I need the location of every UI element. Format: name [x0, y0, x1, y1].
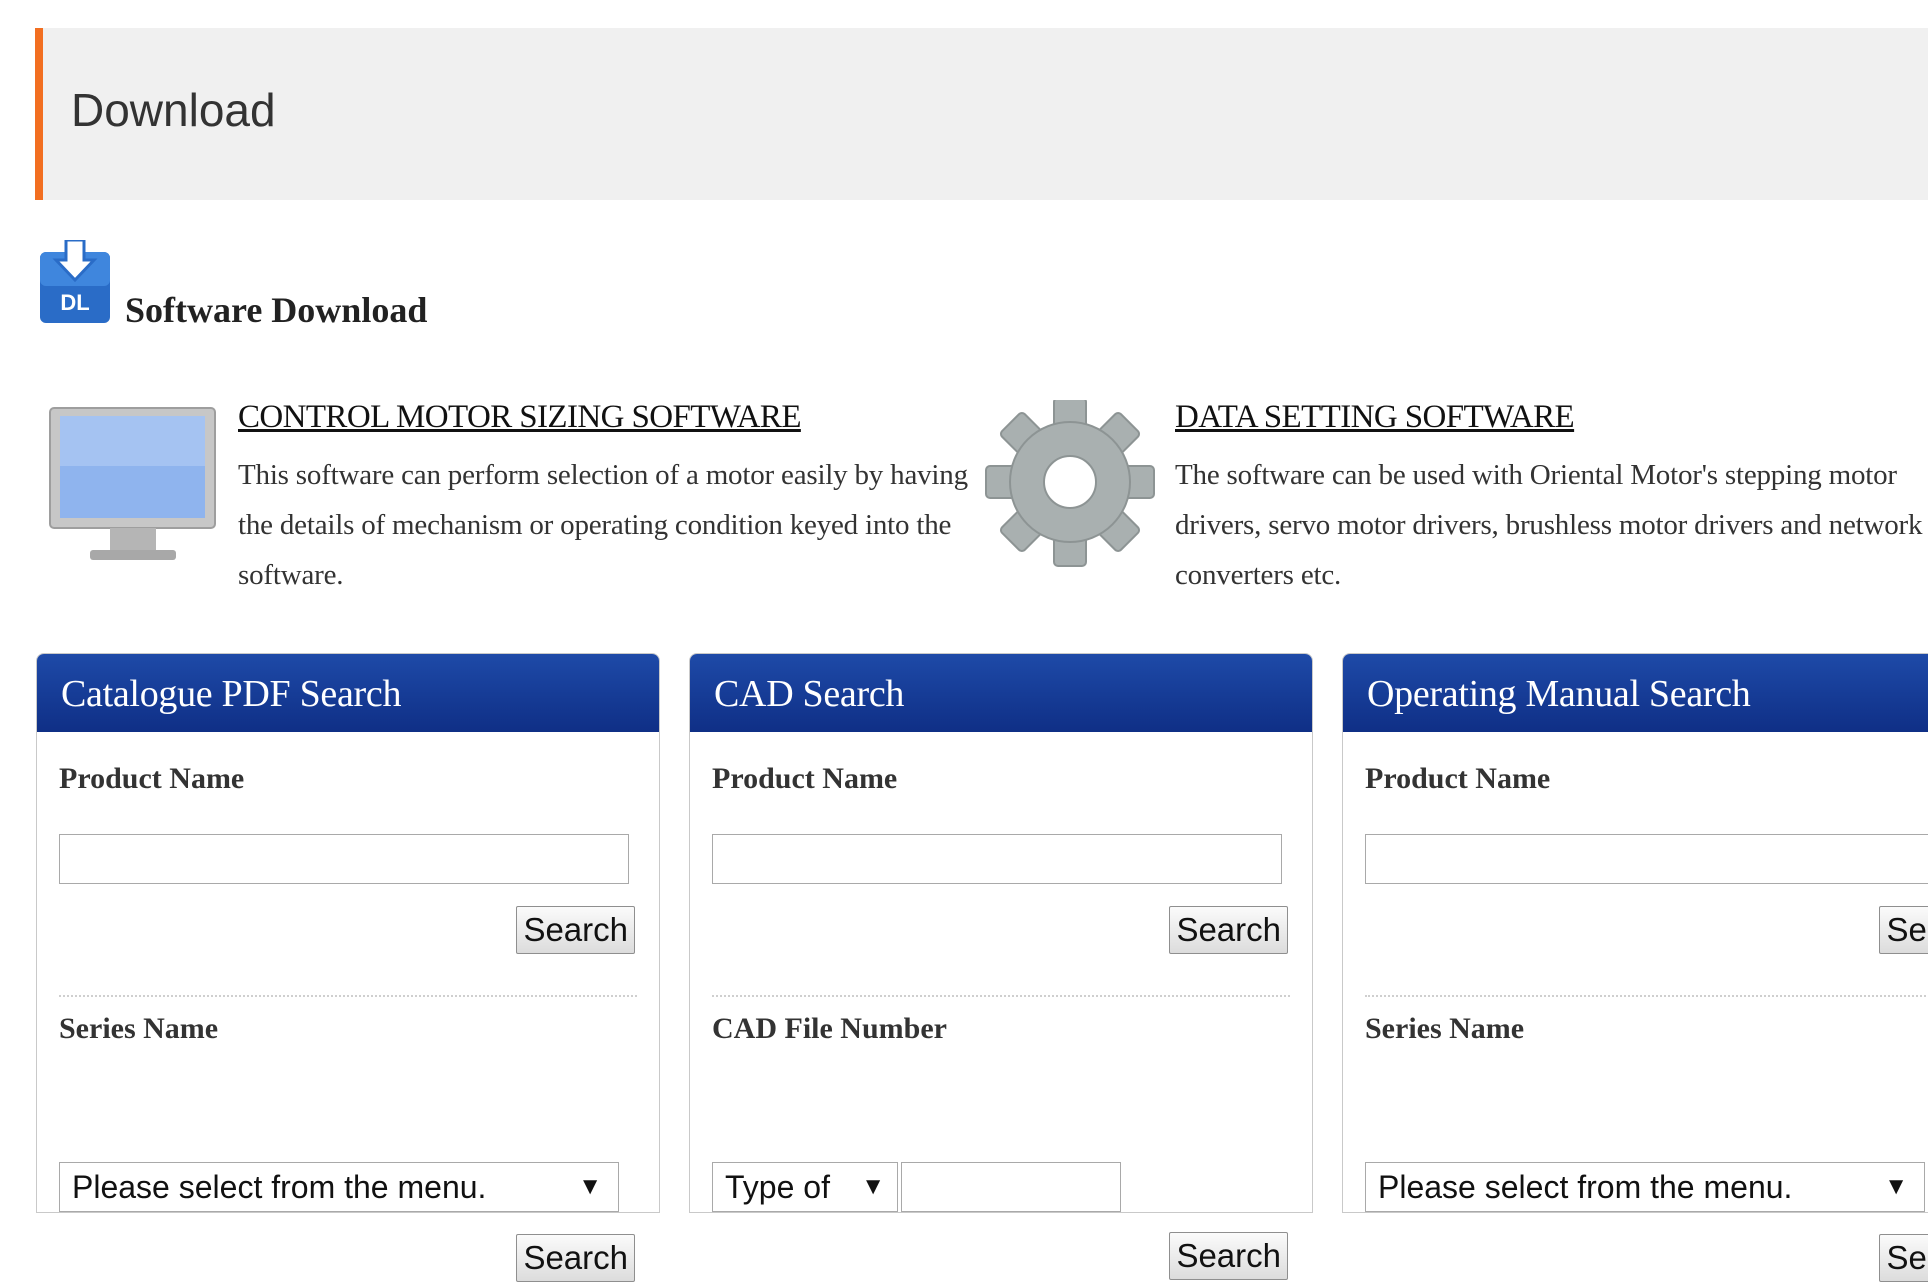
- product-name-label: Product Name: [1365, 762, 1551, 795]
- page-title: Download: [71, 84, 276, 136]
- product-name-label: Product Name: [712, 762, 898, 795]
- gear-icon: [985, 400, 1155, 567]
- series-name-label: Series Name: [59, 1012, 219, 1045]
- data-setting-software-link[interactable]: DATA SETTING SOFTWARE: [1175, 400, 1928, 434]
- cad-product-search-button[interactable]: Search: [1169, 906, 1288, 954]
- cad-panel-title: CAD Search: [690, 654, 1312, 732]
- manual-product-name-input[interactable]: [1365, 834, 1928, 884]
- control-motor-sizing-link[interactable]: CONTROL MOTOR SIZING SOFTWARE: [238, 400, 978, 434]
- dropdown-arrow-icon: ▼: [1884, 1173, 1908, 1200]
- catalogue-series-select[interactable]: Please select from the menu. ▼: [59, 1162, 619, 1212]
- series-select-value: Please select from the menu.: [72, 1169, 487, 1205]
- manual-series-select[interactable]: Please select from the menu. ▼: [1365, 1162, 1925, 1212]
- svg-text:DL: DL: [60, 290, 89, 315]
- series-select-value: Please select from the menu.: [1378, 1169, 1793, 1205]
- panel-divider: [712, 995, 1290, 997]
- cad-search-panel: CAD Search Product Name Search CAD File …: [689, 653, 1313, 1280]
- manual-series-search-button[interactable]: Search: [1879, 1234, 1928, 1282]
- product-name-label: Product Name: [59, 762, 245, 795]
- software-item-sizing: CONTROL MOTOR SIZING SOFTWARE This softw…: [48, 400, 968, 600]
- software-item-data-setting: DATA SETTING SOFTWARE The software can b…: [985, 400, 1928, 600]
- panel-divider: [59, 995, 637, 997]
- operating-manual-search-panel: Operating Manual Search Product Name Sea…: [1342, 653, 1928, 1282]
- software-item-text: DATA SETTING SOFTWARE The software can b…: [1175, 400, 1928, 600]
- page-header: Download: [35, 28, 1928, 200]
- cad-file-number-input[interactable]: [901, 1162, 1121, 1212]
- software-item-description: The software can be used with Oriental M…: [1175, 459, 1923, 591]
- download-icon: DL: [40, 240, 110, 323]
- catalogue-panel-title: Catalogue PDF Search: [37, 654, 659, 732]
- panel-divider: [1365, 995, 1928, 997]
- software-item-description: This software can perform selection of a…: [238, 459, 968, 591]
- software-download-title: Software Download: [125, 290, 428, 330]
- catalogue-product-search-button[interactable]: Search: [516, 906, 635, 954]
- catalogue-series-search-button[interactable]: Search: [516, 1234, 635, 1282]
- manual-product-search-button[interactable]: Search: [1879, 906, 1928, 954]
- monitor-icon: [49, 407, 216, 560]
- cad-file-search-button[interactable]: Search: [1169, 1232, 1288, 1280]
- manual-panel-title: Operating Manual Search: [1343, 654, 1928, 732]
- cad-product-name-input[interactable]: [712, 834, 1282, 884]
- cad-file-number-label: CAD File Number: [712, 1012, 947, 1045]
- catalogue-product-name-input[interactable]: [59, 834, 629, 884]
- catalogue-pdf-search-panel: Catalogue PDF Search Product Name Search…: [36, 653, 660, 1282]
- type-select-value: Type of: [725, 1169, 830, 1205]
- dropdown-arrow-icon: ▼: [578, 1173, 602, 1200]
- dropdown-arrow-icon: ▼: [861, 1173, 885, 1200]
- software-item-text: CONTROL MOTOR SIZING SOFTWARE This softw…: [238, 400, 978, 600]
- series-name-label: Series Name: [1365, 1012, 1525, 1045]
- cad-type-select[interactable]: Type of ▼: [712, 1162, 898, 1212]
